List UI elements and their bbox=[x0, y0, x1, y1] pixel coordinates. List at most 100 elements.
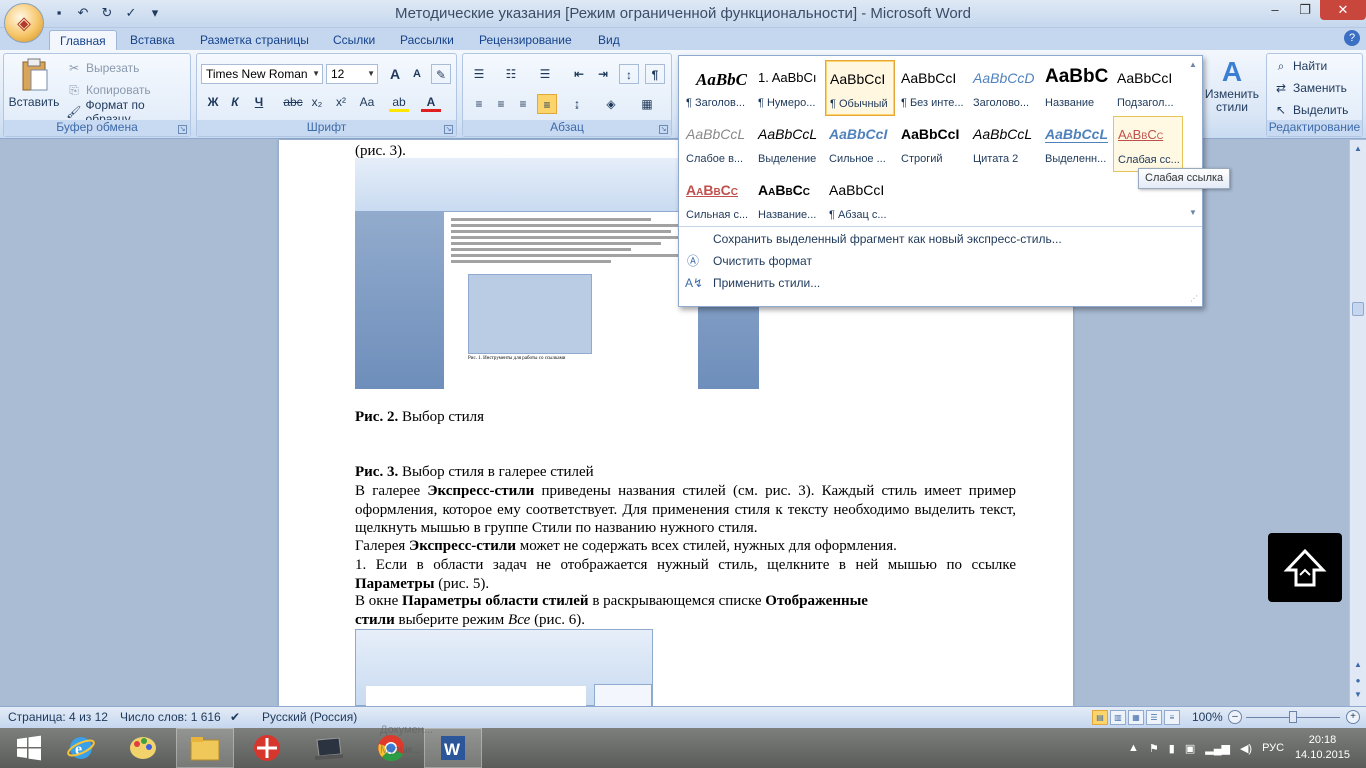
style-list-paragraph[interactable]: AaBbCcI ¶ Абзац с... bbox=[825, 172, 895, 228]
style-subtle-reference[interactable]: AaBbCc Слабая сс... bbox=[1113, 116, 1183, 172]
tab-review[interactable]: Рецензирование bbox=[469, 30, 582, 50]
shading-button[interactable]: ◈ bbox=[601, 94, 621, 114]
style-heading-2[interactable]: AaBbCcD Заголово... bbox=[969, 60, 1039, 116]
tab-page-layout[interactable]: Разметка страницы bbox=[190, 30, 319, 50]
highlight-button[interactable]: ab bbox=[389, 92, 409, 112]
font-color-button[interactable]: A bbox=[421, 92, 441, 112]
font-launcher[interactable]: ↘ bbox=[444, 125, 453, 134]
action-center-icon[interactable]: ⚑ bbox=[1149, 742, 1159, 755]
decrease-indent-button[interactable]: ⇤ bbox=[569, 64, 589, 84]
increase-indent-button[interactable]: ⇥ bbox=[593, 64, 613, 84]
tab-mailings[interactable]: Рассылки bbox=[390, 30, 464, 50]
close-button[interactable]: ✕ bbox=[1320, 0, 1366, 20]
align-left-button[interactable]: ≡ bbox=[469, 94, 489, 114]
spellcheck-icon[interactable]: ✔ bbox=[230, 710, 240, 724]
line-spacing-button[interactable]: ↨ bbox=[567, 94, 587, 114]
style-strong[interactable]: AaBbCcI Строгий bbox=[897, 116, 967, 172]
input-language[interactable]: РУС bbox=[1262, 742, 1284, 754]
grow-font-button[interactable]: A bbox=[385, 64, 405, 84]
superscript-button[interactable]: x² bbox=[331, 92, 351, 112]
sort-button[interactable]: ↕ bbox=[619, 64, 639, 84]
scrollbar-thumb[interactable] bbox=[1352, 302, 1364, 316]
style-intense-quote[interactable]: AaBbCcL Выделенн... bbox=[1041, 116, 1111, 172]
style-subtitle[interactable]: AaBbCcI Подзагол... bbox=[1113, 60, 1183, 116]
paste-button[interactable]: Вставить bbox=[8, 58, 60, 109]
clear-formatting-command[interactable]: Ⓐ Очистить формат bbox=[685, 251, 812, 271]
volume-icon[interactable]: ◀) bbox=[1240, 742, 1252, 755]
page-count[interactable]: Страница: 4 из 12 bbox=[8, 710, 108, 724]
gallery-scrollbar[interactable]: ▲ ▼ bbox=[1186, 60, 1200, 226]
zoom-slider-knob[interactable] bbox=[1289, 711, 1297, 723]
strikethrough-button[interactable]: abc bbox=[283, 92, 303, 112]
style-numbered[interactable]: 1. AaBbCı ¶ Нумеро... bbox=[754, 60, 824, 116]
multilevel-list-button[interactable]: ☰ bbox=[535, 64, 555, 84]
tab-view[interactable]: Вид bbox=[588, 30, 630, 50]
style-intense-reference[interactable]: AaBbCc Сильная с... bbox=[682, 172, 752, 228]
clipboard-launcher[interactable]: ↘ bbox=[178, 125, 187, 134]
style-heading-1[interactable]: AaBbC ¶ Заголов... bbox=[682, 60, 752, 116]
replace-button[interactable]: ⇄ Заменить bbox=[1273, 78, 1347, 98]
office-button[interactable]: ◈ bbox=[4, 3, 44, 43]
resize-grip-icon[interactable]: ⋰ bbox=[1190, 294, 1198, 303]
zoom-out-button[interactable]: – bbox=[1228, 710, 1242, 724]
style-emphasis[interactable]: AaBbCcL Выделение bbox=[754, 116, 824, 172]
gallery-scroll-up-icon[interactable]: ▲ bbox=[1186, 60, 1200, 74]
tab-home[interactable]: Главная bbox=[49, 30, 117, 50]
browse-object-icon[interactable]: ● bbox=[1352, 676, 1364, 685]
zoom-level[interactable]: 100% bbox=[1192, 710, 1223, 724]
word-count[interactable]: Число слов: 1 616 bbox=[120, 710, 221, 724]
style-intense-emphasis[interactable]: AaBbCcI Сильное ... bbox=[825, 116, 895, 172]
gallery-scroll-down-icon[interactable]: ▼ bbox=[1186, 208, 1200, 222]
style-normal[interactable]: AaBbCcI ¶ Обычный bbox=[825, 60, 895, 116]
print-layout-view-button[interactable]: ▤ bbox=[1092, 710, 1108, 725]
change-styles-button[interactable]: A Изменить стили bbox=[1202, 56, 1262, 114]
show-marks-button[interactable]: ¶ bbox=[645, 64, 665, 84]
find-button[interactable]: ⌕ Найти bbox=[1273, 56, 1328, 76]
vertical-scrollbar[interactable]: ▲ ▲ ● ▼ bbox=[1349, 140, 1366, 706]
minimize-button[interactable]: – bbox=[1260, 0, 1290, 20]
network-icon[interactable]: ▂▄▆ bbox=[1205, 742, 1230, 755]
outline-view-button[interactable]: ☰ bbox=[1146, 710, 1162, 725]
battery-icon[interactable]: ▮ bbox=[1169, 742, 1175, 755]
tab-references[interactable]: Ссылки bbox=[323, 30, 385, 50]
zoom-in-button[interactable]: + bbox=[1346, 710, 1360, 724]
clock[interactable]: 20:18 14.10.2015 bbox=[1295, 733, 1350, 763]
start-button[interactable] bbox=[0, 728, 58, 768]
scroll-up-icon[interactable]: ▲ bbox=[1352, 144, 1364, 153]
tab-insert[interactable]: Вставка bbox=[120, 30, 185, 50]
taskbar-app-laptop[interactable] bbox=[300, 728, 358, 768]
style-book-title[interactable]: AaBbCc Название... bbox=[754, 172, 824, 228]
clear-format-button[interactable]: ✎ bbox=[431, 64, 451, 84]
full-screen-view-button[interactable]: ▥ bbox=[1110, 710, 1126, 725]
floating-overlay-button[interactable] bbox=[1268, 533, 1342, 602]
bullets-button[interactable]: ☰ bbox=[469, 64, 489, 84]
show-hidden-icons-icon[interactable]: ▲ bbox=[1128, 742, 1139, 754]
cut-button[interactable]: ✂ Вырезать bbox=[66, 58, 139, 78]
help-icon[interactable]: ? bbox=[1344, 30, 1360, 46]
style-quote-2[interactable]: AaBbCcL Цитата 2 bbox=[969, 116, 1039, 172]
taskbar-explorer[interactable] bbox=[176, 728, 234, 768]
change-case-button[interactable]: Aa bbox=[357, 92, 377, 112]
apply-styles-command[interactable]: A↯ Применить стили... bbox=[685, 273, 820, 293]
maximize-button[interactable]: ❐ bbox=[1290, 0, 1320, 20]
copy-button[interactable]: ⎘ Копировать bbox=[66, 80, 150, 100]
taskbar-app-red[interactable] bbox=[238, 728, 296, 768]
style-subtle-emphasis[interactable]: AaBbCcL Слабое в... bbox=[682, 116, 752, 172]
taskbar-paint[interactable] bbox=[114, 728, 172, 768]
language-indicator[interactable]: Русский (Россия) bbox=[262, 710, 357, 724]
shrink-font-button[interactable]: A bbox=[407, 64, 427, 84]
prev-page-icon[interactable]: ▲ bbox=[1352, 660, 1364, 669]
paragraph-launcher[interactable]: ↘ bbox=[659, 125, 668, 134]
select-button[interactable]: ↖ Выделить bbox=[1273, 100, 1348, 120]
format-painter-button[interactable]: 🖌 Формат по образцу bbox=[66, 98, 190, 126]
align-right-button[interactable]: ≡ bbox=[513, 94, 533, 114]
font-size-select[interactable]: 12 ▼ bbox=[326, 64, 378, 84]
align-center-button[interactable]: ≡ bbox=[491, 94, 511, 114]
draft-view-button[interactable]: ≡ bbox=[1164, 710, 1180, 725]
bold-button[interactable]: Ж bbox=[203, 92, 223, 112]
numbering-button[interactable]: ☷ bbox=[501, 64, 521, 84]
italic-button[interactable]: К bbox=[225, 92, 245, 112]
borders-button[interactable]: ▦ bbox=[637, 94, 657, 114]
taskbar-ie[interactable]: e bbox=[52, 728, 110, 768]
web-layout-view-button[interactable]: ▦ bbox=[1128, 710, 1144, 725]
